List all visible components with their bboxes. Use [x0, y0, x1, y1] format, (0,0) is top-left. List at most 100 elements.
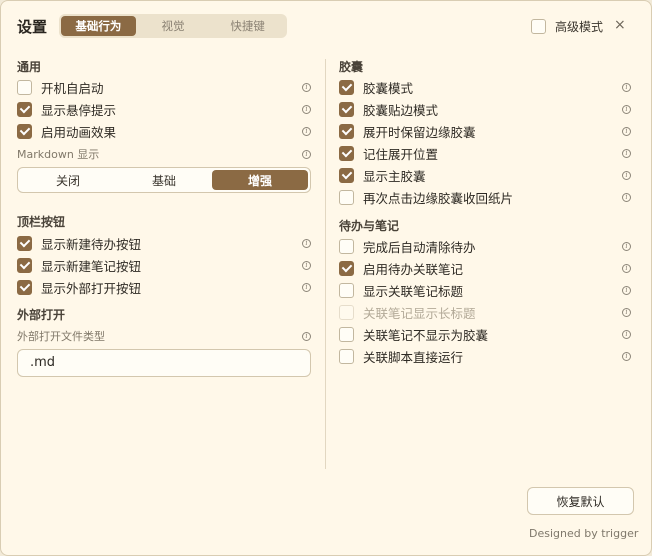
option-auto-clear-todo[interactable]: 完成后自动清除待办 i	[339, 236, 631, 256]
tab-basic-behavior[interactable]: 基础行为	[61, 16, 136, 36]
option-label: 关联笔记显示长标题	[363, 305, 476, 321]
info-icon[interactable]: i	[622, 82, 631, 92]
markdown-option-basic[interactable]: 基础	[116, 170, 212, 190]
info-icon[interactable]: i	[622, 126, 631, 136]
option-todo-linked-notes[interactable]: 启用待办关联笔记 i	[339, 258, 631, 278]
option-label: 显示外部打开按钮	[41, 280, 142, 296]
option-label: 展开时保留边缘胶囊	[363, 124, 476, 140]
checkbox[interactable]	[17, 101, 32, 117]
external-type-label-row: 外部打开文件类型 i	[17, 326, 311, 346]
info-icon[interactable]: i	[302, 331, 311, 341]
section-title-general: 通用	[17, 60, 42, 74]
option-label: 显示悬停提示	[41, 102, 117, 118]
option-label: 完成后自动清除待办	[363, 239, 476, 255]
info-icon[interactable]: i	[302, 82, 311, 92]
checkbox[interactable]	[17, 79, 32, 95]
checkbox[interactable]	[17, 235, 32, 251]
checkbox[interactable]	[339, 326, 354, 342]
section-title-topbar: 顶栏按钮	[17, 215, 66, 229]
checkbox[interactable]	[17, 279, 32, 295]
advanced-mode-toggle[interactable]: 高级模式	[531, 18, 603, 35]
checkbox[interactable]	[339, 348, 354, 364]
external-file-type-input[interactable]: .md	[17, 349, 311, 377]
external-type-label: 外部打开文件类型	[17, 330, 105, 343]
option-run-linked-script[interactable]: 关联脚本直接运行 i	[339, 346, 631, 366]
markdown-display-label: Markdown 显示	[17, 148, 100, 161]
checkbox[interactable]	[339, 123, 354, 139]
info-icon[interactable]: i	[622, 351, 631, 361]
checkbox[interactable]	[339, 79, 354, 95]
option-label: 显示主胶囊	[363, 168, 426, 184]
option-label: 关联脚本直接运行	[363, 349, 464, 365]
markdown-option-off[interactable]: 关闭	[20, 170, 116, 190]
option-label: 胶囊贴边模式	[363, 102, 439, 118]
option-external-open-button[interactable]: 显示外部打开按钮 i	[17, 277, 311, 297]
info-icon[interactable]: i	[622, 148, 631, 158]
info-icon[interactable]: i	[302, 104, 311, 114]
info-icon[interactable]: i	[622, 241, 631, 251]
info-icon[interactable]: i	[302, 126, 311, 136]
info-icon[interactable]: i	[622, 170, 631, 180]
checkbox[interactable]	[339, 101, 354, 117]
option-hover-tips[interactable]: 显示悬停提示 i	[17, 99, 311, 119]
option-label: 显示新建笔记按钮	[41, 258, 142, 274]
option-capsule-mode[interactable]: 胶囊模式 i	[339, 77, 631, 97]
tab-visual[interactable]: 视觉	[136, 16, 211, 36]
option-label: 再次点击边缘胶囊收回纸片	[363, 190, 514, 206]
checkbox[interactable]	[339, 189, 354, 205]
option-remember-position[interactable]: 记住展开位置 i	[339, 143, 631, 163]
info-icon[interactable]: i	[622, 192, 631, 202]
option-show-linked-title[interactable]: 显示关联笔记标题 i	[339, 280, 631, 300]
info-icon[interactable]: i	[622, 104, 631, 114]
header: 设置 基础行为 视觉 快捷键 高级模式 ×	[1, 1, 651, 51]
option-click-edge-collapse[interactable]: 再次点击边缘胶囊收回纸片 i	[339, 187, 631, 207]
option-keep-edge-capsule[interactable]: 展开时保留边缘胶囊 i	[339, 121, 631, 141]
tab-shortcuts[interactable]: 快捷键	[210, 16, 285, 36]
option-label: 启用待办关联笔记	[363, 261, 464, 277]
checkbox[interactable]	[17, 257, 32, 273]
checkbox[interactable]	[17, 123, 32, 139]
option-autostart[interactable]: 开机自启动 i	[17, 77, 311, 97]
section-title-todo-notes: 待办与笔记	[339, 219, 400, 233]
section-title-external: 外部打开	[17, 308, 66, 322]
option-label: 记住展开位置	[363, 146, 439, 162]
checkbox[interactable]	[339, 282, 354, 298]
column-divider	[325, 59, 326, 469]
checkbox[interactable]	[339, 145, 354, 161]
advanced-mode-label: 高级模式	[555, 20, 604, 34]
section-title-capsule: 胶囊	[339, 60, 364, 74]
option-linked-not-capsule[interactable]: 关联笔记不显示为胶囊 i	[339, 324, 631, 344]
close-icon[interactable]: ×	[614, 18, 626, 32]
info-icon[interactable]: i	[302, 149, 311, 159]
option-label: 启用动画效果	[41, 124, 117, 140]
checkbox[interactable]	[339, 238, 354, 254]
info-icon[interactable]: i	[622, 263, 631, 273]
markdown-label-row: Markdown 显示 i	[17, 144, 311, 164]
info-icon[interactable]: i	[622, 307, 631, 317]
option-label: 显示新建待办按钮	[41, 236, 142, 252]
option-label: 胶囊模式	[363, 80, 414, 96]
option-animations[interactable]: 启用动画效果 i	[17, 121, 311, 141]
option-show-main-capsule[interactable]: 显示主胶囊 i	[339, 165, 631, 185]
tab-bar: 基础行为 视觉 快捷键	[59, 14, 287, 38]
page-title: 设置	[17, 18, 48, 36]
advanced-mode-checkbox[interactable]	[531, 19, 546, 34]
option-linked-long-title: 关联笔记显示长标题 i	[339, 302, 631, 322]
markdown-option-enhanced[interactable]: 增强	[212, 170, 308, 190]
option-label: 关联笔记不显示为胶囊	[363, 327, 489, 343]
reset-defaults-button[interactable]: 恢复默认	[527, 487, 634, 515]
option-label: 显示关联笔记标题	[363, 283, 464, 299]
info-icon[interactable]: i	[622, 329, 631, 339]
credit-text: Designed by trigger	[529, 527, 639, 540]
info-icon[interactable]: i	[302, 282, 311, 292]
info-icon[interactable]: i	[302, 238, 311, 248]
option-capsule-edge-mode[interactable]: 胶囊贴边模式 i	[339, 99, 631, 119]
option-label: 开机自启动	[41, 80, 104, 96]
checkbox	[339, 304, 354, 320]
option-new-note-button[interactable]: 显示新建笔记按钮 i	[17, 255, 311, 275]
checkbox[interactable]	[339, 260, 354, 276]
info-icon[interactable]: i	[622, 285, 631, 295]
checkbox[interactable]	[339, 167, 354, 183]
option-new-todo-button[interactable]: 显示新建待办按钮 i	[17, 233, 311, 253]
info-icon[interactable]: i	[302, 260, 311, 270]
